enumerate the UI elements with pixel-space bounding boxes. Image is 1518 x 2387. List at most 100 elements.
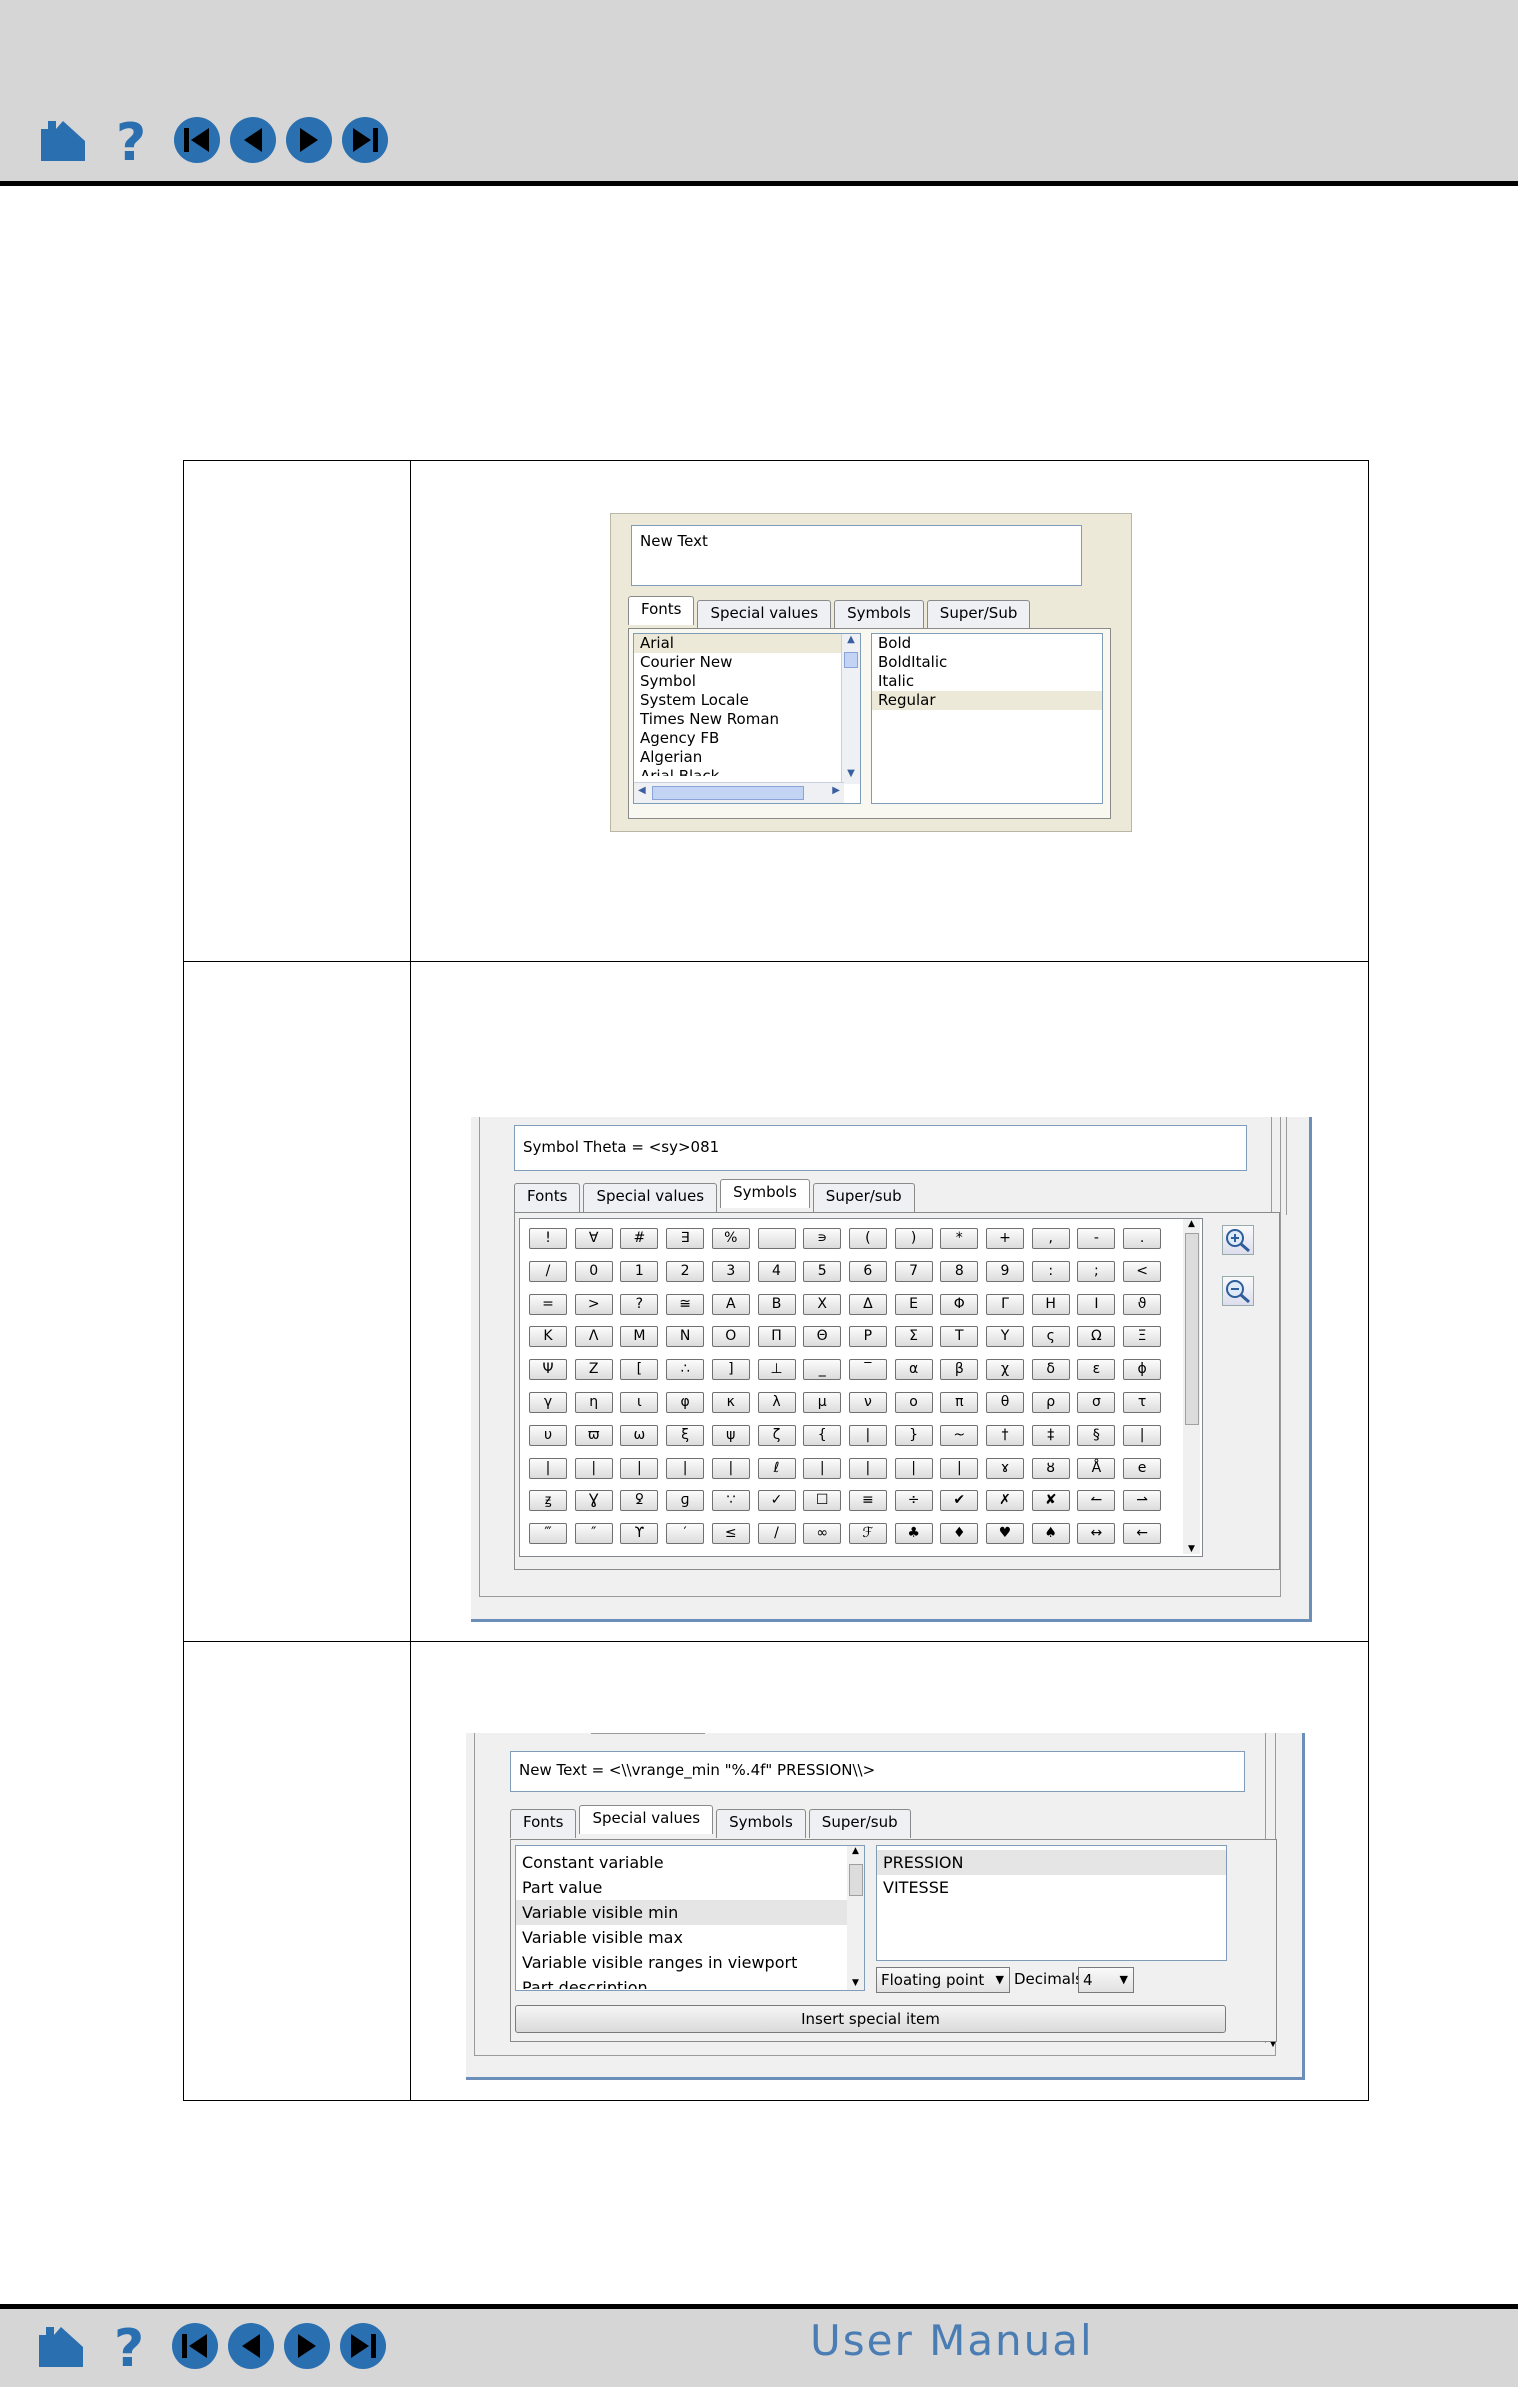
list-item[interactable]: Arial Black: [634, 767, 860, 776]
symbol-button[interactable]: ′: [666, 1523, 705, 1545]
first-page-icon[interactable]: [172, 115, 222, 165]
symbol-button[interactable]: ∃: [666, 1228, 705, 1249]
list-item[interactable]: Italic: [872, 672, 1102, 691]
list-item[interactable]: Variable visible min: [516, 1900, 864, 1925]
symbol-button[interactable]: λ: [757, 1392, 796, 1413]
symbol-button[interactable]: |: [529, 1457, 567, 1479]
symbol-button[interactable]: ψ: [711, 1424, 750, 1446]
list-item[interactable]: PRESSION: [877, 1850, 1226, 1875]
scroll-up-icon[interactable]: ▲: [842, 634, 860, 650]
help-icon[interactable]: ?: [106, 2318, 154, 2374]
symbol-button[interactable]: ω: [620, 1424, 659, 1446]
symbol-button[interactable]: ꙃ: [529, 1490, 567, 1512]
tab-super-sub[interactable]: Super/sub: [812, 1183, 915, 1212]
symbol-button[interactable]: θ: [986, 1392, 1024, 1413]
text-input[interactable]: Symbol Theta = <sy>081: [514, 1125, 1247, 1171]
symbol-button[interactable]: 7: [894, 1260, 933, 1282]
symbol-button[interactable]: Π: [757, 1326, 796, 1348]
symbol-button[interactable]: Δ: [848, 1293, 887, 1315]
symbol-button[interactable]: Ε: [894, 1293, 933, 1315]
symbol-button[interactable]: %: [711, 1228, 750, 1249]
symbol-button[interactable]: 4: [757, 1260, 796, 1282]
symbol-button[interactable]: ~: [940, 1424, 979, 1446]
list-item[interactable]: Constant variable: [516, 1850, 864, 1875]
symbol-button[interactable]: ]: [711, 1359, 750, 1381]
symbol-button[interactable]: ρ: [1031, 1392, 1070, 1413]
symbol-button[interactable]: ≤: [711, 1523, 750, 1545]
symbol-button[interactable]: Χ: [803, 1293, 842, 1315]
symbol-button[interactable]: γ: [529, 1392, 567, 1413]
symbol-button[interactable]: ϒ: [620, 1523, 659, 1545]
symbol-button[interactable]: μ: [803, 1392, 842, 1413]
horizontal-scrollbar[interactable]: ◀ ▶: [634, 782, 844, 803]
symbol-button[interactable]: ‾: [848, 1359, 887, 1381]
list-item[interactable]: VITESSE: [877, 1875, 1226, 1900]
list-item[interactable]: Variable visible ranges in viewport: [516, 1950, 864, 1975]
symbol-button[interactable]: .: [1123, 1228, 1162, 1249]
list-item[interactable]: System Locale: [634, 691, 860, 710]
symbol-button[interactable]: 5: [803, 1260, 842, 1282]
next-page-icon[interactable]: [284, 115, 334, 165]
symbol-button[interactable]: π: [940, 1392, 979, 1413]
symbol-button[interactable]: δ: [1031, 1359, 1070, 1381]
previous-page-icon[interactable]: [226, 2321, 276, 2371]
symbol-button[interactable]: +: [986, 1228, 1024, 1249]
tab-symbols[interactable]: Symbols: [720, 1179, 810, 1208]
symbol-button[interactable]: ,: [1031, 1228, 1070, 1249]
symbol-button[interactable]: κ: [711, 1392, 750, 1413]
symbol-button[interactable]: ∀: [574, 1228, 613, 1249]
symbol-button[interactable]: Τ: [940, 1326, 979, 1348]
symbol-button[interactable]: ∴: [666, 1359, 705, 1381]
symbol-button[interactable]: ⇀: [1123, 1490, 1162, 1512]
symbol-button[interactable]: :: [1031, 1260, 1070, 1282]
symbol-button[interactable]: >: [574, 1293, 613, 1315]
symbol-button[interactable]: ℓ: [757, 1457, 796, 1479]
symbol-button[interactable]: ✘: [1031, 1490, 1070, 1512]
symbol-button[interactable]: ϑ: [1123, 1293, 1162, 1315]
symbol-button[interactable]: _: [803, 1359, 842, 1381]
symbol-button[interactable]: /: [529, 1260, 567, 1282]
symbol-button[interactable]: η: [574, 1392, 613, 1413]
symbol-button[interactable]: ϕ: [1123, 1359, 1162, 1381]
first-page-icon[interactable]: [170, 2321, 220, 2371]
symbol-button[interactable]: 9: [986, 1260, 1024, 1282]
symbol-button[interactable]: |: [1123, 1424, 1162, 1446]
symbol-button[interactable]: 6: [848, 1260, 887, 1282]
symbol-button[interactable]: τ: [1123, 1392, 1162, 1413]
symbol-button[interactable]: |: [848, 1457, 887, 1479]
symbol-button[interactable]: ɤ: [986, 1457, 1024, 1479]
text-input[interactable]: New Text: [631, 525, 1082, 586]
tab-symbols[interactable]: Symbols: [716, 1809, 806, 1838]
symbol-button[interactable]: ζ: [757, 1424, 796, 1446]
symbol-button[interactable]: σ: [1077, 1392, 1116, 1413]
symbol-button[interactable]: ο: [894, 1392, 933, 1413]
symbol-button[interactable]: ☐: [803, 1490, 842, 1512]
symbol-button[interactable]: ♥: [986, 1523, 1024, 1545]
symbol-button[interactable]: |: [666, 1457, 705, 1479]
vertical-scrollbar[interactable]: ▲ ▼: [841, 634, 860, 784]
symbol-button[interactable]: |: [574, 1457, 613, 1479]
symbol-button[interactable]: -: [1077, 1228, 1116, 1249]
symbol-button[interactable]: /: [757, 1523, 796, 1545]
symbol-button[interactable]: ε: [1077, 1359, 1116, 1381]
home-icon[interactable]: [36, 2321, 86, 2371]
text-input[interactable]: New Text = <\\vrange_min "%.4f" PRESSION…: [510, 1751, 1245, 1792]
symbol-button[interactable]: |: [940, 1457, 979, 1479]
symbol-button[interactable]: ♠: [1031, 1523, 1070, 1545]
symbol-button[interactable]: #: [620, 1228, 659, 1249]
help-icon[interactable]: ?: [108, 112, 156, 168]
last-page-icon[interactable]: [338, 2321, 388, 2371]
symbol-button[interactable]: ″: [574, 1523, 613, 1545]
symbol-button[interactable]: |: [711, 1457, 750, 1479]
symbol-button[interactable]: !: [529, 1228, 567, 1249]
symbol-button[interactable]: Ζ: [574, 1359, 613, 1381]
tab-fonts[interactable]: Fonts: [510, 1809, 577, 1838]
insert-special-item-button[interactable]: Insert special item: [515, 2005, 1226, 2033]
list-scrollbar[interactable]: ▲ ▼: [847, 1846, 864, 1990]
symbol-button[interactable]: 3: [711, 1260, 750, 1282]
symbol-button[interactable]: Ρ: [848, 1326, 887, 1348]
symbol-button[interactable]: ∞: [803, 1523, 842, 1545]
list-item[interactable]: Algerian: [634, 748, 860, 767]
symbol-button[interactable]: Μ: [620, 1326, 659, 1348]
tab-super-sub[interactable]: Super/Sub: [926, 600, 1031, 629]
